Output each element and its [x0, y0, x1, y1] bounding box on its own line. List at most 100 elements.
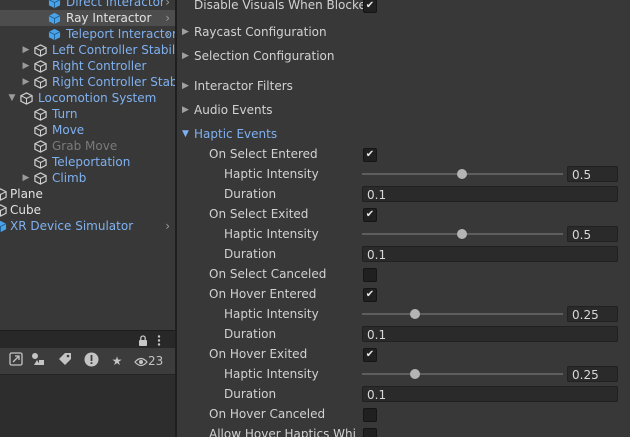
hierarchy-item-right-controller-stabilized[interactable]: ▶ Right Controller Stabilized	[0, 74, 175, 90]
section-haptic-events[interactable]: ▼ Haptic Events	[177, 124, 630, 144]
hierarchy-item-right-controller[interactable]: ▶ Right Controller	[0, 58, 175, 74]
haptic-event-checkbox[interactable]	[363, 428, 377, 437]
hierarchy-item-left-controller-stabilized[interactable]: ▶ Left Controller Stabilized	[0, 42, 175, 58]
gameobject-cube-icon	[34, 172, 47, 185]
gameobject-cube-icon	[34, 124, 47, 137]
hierarchy-item-locomotion-system[interactable]: ▼ Locomotion System	[0, 90, 175, 106]
disable-visuals-row: Disable Visuals When Blocked ✔	[177, 0, 630, 15]
hierarchy-item-direct-interactor[interactable]: Direct Interactor ›	[0, 0, 175, 10]
collapse-arrow-icon[interactable]: ▼	[7, 90, 17, 106]
hierarchy-item-plane[interactable]: Plane	[0, 186, 175, 202]
haptic-intensity-row: Haptic Intensity 0.5	[177, 224, 630, 244]
expand-arrow-icon[interactable]: ▶	[21, 74, 31, 90]
haptic-duration-row: Duration 0.1	[177, 384, 630, 404]
more-options-icon[interactable]	[157, 335, 161, 346]
gameobject-cube-icon	[34, 44, 47, 57]
hierarchy-item-label: Direct Interactor	[66, 0, 165, 9]
gameobject-cube-icon	[34, 108, 47, 121]
haptic-intensity-row: Haptic Intensity 0.5	[177, 164, 630, 184]
expand-arrow-icon[interactable]: ▶	[21, 170, 31, 186]
haptic-intensity-field[interactable]: 0.5	[567, 166, 618, 182]
section-title: Interactor Filters	[194, 79, 293, 93]
haptic-intensity-field[interactable]: 0.5	[567, 226, 618, 242]
haptic-event-label: Allow Hover Haptics While Selecting	[209, 427, 357, 437]
hierarchy-item-move[interactable]: Move	[0, 122, 175, 138]
haptic-duration-field[interactable]: 0.1	[362, 186, 618, 202]
hierarchy-item-teleport-interactor[interactable]: Teleport Interactor ›	[0, 26, 175, 42]
haptic-event-checkbox[interactable]	[363, 268, 377, 282]
haptic-event-checkbox[interactable]	[363, 408, 377, 422]
chevron-right-icon[interactable]: ›	[165, 0, 170, 10]
haptic-intensity-slider-handle[interactable]	[457, 169, 467, 179]
hierarchy-item-ray-interactor[interactable]: Ray Interactor ›	[0, 10, 175, 26]
audio-filter-icon[interactable]	[29, 352, 47, 370]
hierarchy-item-climb[interactable]: ▶ Climb	[0, 170, 175, 186]
section-raycast-configuration[interactable]: ▶ Raycast Configuration	[177, 22, 630, 42]
hierarchy-item-cube[interactable]: Cube	[0, 202, 175, 218]
haptic-intensity-label: Haptic Intensity	[224, 227, 319, 241]
hierarchy-item-label: Grab Move	[52, 139, 118, 153]
haptic-event-checkbox[interactable]: ✔	[363, 148, 377, 162]
section-title: Audio Events	[194, 103, 273, 117]
haptic-intensity-slider-track[interactable]	[362, 313, 563, 315]
haptic-intensity-field[interactable]: 0.25	[567, 366, 618, 382]
hierarchy-item-label: Teleportation	[52, 155, 131, 169]
haptic-intensity-label: Haptic Intensity	[224, 307, 319, 321]
expand-arrow-icon[interactable]: ▶	[21, 58, 31, 74]
hierarchy-item-label: Teleport Interactor	[66, 27, 175, 41]
hierarchy-item-turn[interactable]: Turn	[0, 106, 175, 122]
panel-body	[0, 375, 175, 437]
haptic-duration-field[interactable]: 0.1	[362, 386, 618, 402]
scene-picking-icon[interactable]	[7, 352, 25, 370]
prefab-cube-icon	[48, 0, 61, 9]
favorite-star-icon[interactable]: ★	[108, 352, 126, 370]
haptic-event-row: On Hover Entered ✔	[177, 284, 630, 304]
gameobject-cube-icon	[34, 156, 47, 169]
haptic-intensity-slider-handle[interactable]	[410, 309, 420, 319]
haptic-event-row: On Select Exited ✔	[177, 204, 630, 224]
expand-arrow-icon[interactable]: ▶	[21, 42, 31, 58]
haptic-intensity-slider-handle[interactable]	[410, 369, 420, 379]
hierarchy-item-label: Right Controller	[52, 59, 147, 73]
tag-icon[interactable]	[56, 352, 74, 370]
foldout-arrow-icon: ▶	[182, 27, 189, 37]
haptic-duration-label: Duration	[224, 187, 277, 201]
gameobject-cube-icon	[34, 60, 47, 73]
hierarchy-item-grab-move[interactable]: Grab Move	[0, 138, 175, 154]
haptic-duration-label: Duration	[224, 247, 277, 261]
haptic-event-row: On Hover Canceled	[177, 404, 630, 424]
haptic-event-row: On Select Entered ✔	[177, 144, 630, 164]
hierarchy-item-xr-device-simulator[interactable]: XR Device Simulator ›	[0, 218, 175, 234]
hierarchy-item-label: Plane	[10, 187, 43, 201]
haptic-event-label: On Hover Exited	[209, 347, 308, 361]
section-interactor-filters[interactable]: ▶ Interactor Filters	[177, 76, 630, 96]
visibility-toggle[interactable]: 23	[134, 352, 163, 370]
section-audio-events[interactable]: ▶ Audio Events	[177, 100, 630, 120]
haptic-intensity-slider-track[interactable]	[362, 373, 563, 375]
haptic-event-checkbox[interactable]: ✔	[363, 288, 377, 302]
haptic-event-checkbox[interactable]: ✔	[363, 208, 377, 222]
haptic-event-label: On Hover Entered	[209, 287, 317, 301]
disable-visuals-label: Disable Visuals When Blocked	[194, 0, 374, 12]
visibility-count: 23	[148, 354, 164, 368]
disable-visuals-checkbox[interactable]: ✔	[363, 0, 377, 13]
haptic-duration-field[interactable]: 0.1	[362, 326, 618, 342]
haptic-duration-field[interactable]: 0.1	[362, 246, 618, 262]
haptic-intensity-slider-handle[interactable]	[457, 229, 467, 239]
gameobject-cube-icon	[20, 92, 33, 105]
section-selection-configuration[interactable]: ▶ Selection Configuration	[177, 46, 630, 66]
hierarchy-item-teleportation[interactable]: Teleportation	[0, 154, 175, 170]
hierarchy-item-label: Left Controller Stabilized	[52, 43, 175, 57]
chevron-right-icon[interactable]: ›	[165, 10, 170, 26]
haptic-intensity-field[interactable]: 0.25	[567, 306, 618, 322]
haptic-event-checkbox[interactable]: ✔	[363, 348, 377, 362]
section-title: Raycast Configuration	[194, 25, 327, 39]
foldout-arrow-icon: ▶	[182, 51, 189, 61]
foldout-open-arrow-icon: ▼	[182, 129, 189, 139]
haptic-duration-label: Duration	[224, 327, 277, 341]
lock-icon[interactable]	[138, 335, 148, 346]
chevron-right-icon[interactable]: ›	[165, 218, 170, 234]
chevron-right-icon[interactable]: ›	[165, 26, 170, 42]
warning-filter-icon[interactable]	[82, 352, 100, 370]
haptic-duration-row: Duration 0.1	[177, 244, 630, 264]
